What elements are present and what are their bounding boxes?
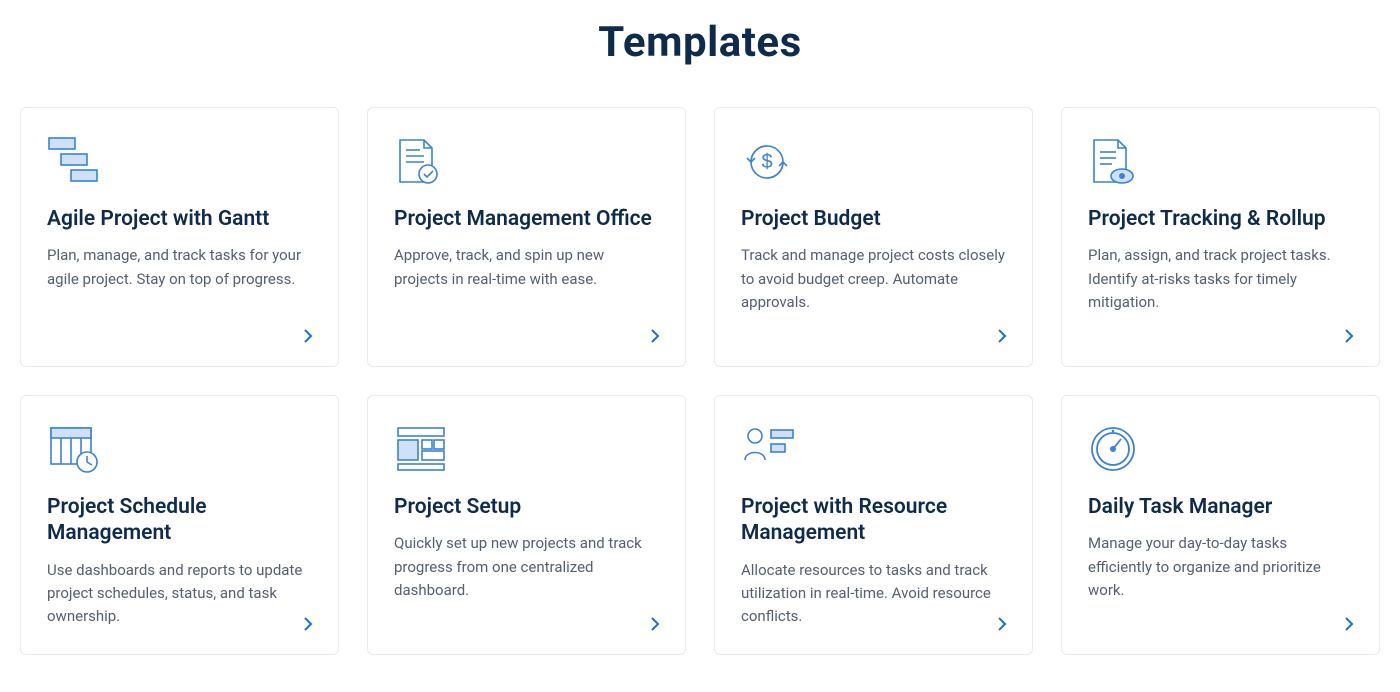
template-card-pmo[interactable]: Project Management Office Approve, track… [367,107,686,367]
template-desc: Allocate resources to tasks and track ut… [741,559,1006,635]
template-desc: Plan, assign, and track project tasks. I… [1088,244,1353,346]
template-card-agile-gantt[interactable]: Agile Project with Gantt Plan, manage, a… [20,107,339,367]
chevron-right-icon[interactable] [990,324,1014,348]
template-desc: Use dashboards and reports to update pro… [47,559,312,635]
template-title: Project Management Office [394,206,659,232]
template-title: Daily Task Manager [1088,494,1353,520]
template-title: Project with Resource Management [741,494,1006,547]
templates-grid: Agile Project with Gantt Plan, manage, a… [20,107,1380,655]
chevron-right-icon[interactable] [643,324,667,348]
template-desc: Track and manage project costs closely t… [741,244,1006,346]
setup-icon [394,424,659,474]
svg-text:$: $ [761,151,772,173]
chevron-right-icon[interactable] [1337,612,1361,636]
chevron-right-icon[interactable] [990,612,1014,636]
template-title: Project Setup [394,494,659,520]
template-title: Project Tracking & Rollup [1088,206,1353,232]
page-title: Templates [20,18,1380,67]
chevron-right-icon[interactable] [296,612,320,636]
chevron-right-icon[interactable] [296,324,320,348]
template-title: Agile Project with Gantt [47,206,312,232]
resource-icon [741,424,1006,474]
template-card-schedule[interactable]: Project Schedule Management Use dashboar… [20,395,339,655]
template-desc: Approve, track, and spin up new projects… [394,244,659,346]
template-desc: Quickly set up new projects and track pr… [394,532,659,634]
template-card-resource[interactable]: Project with Resource Management Allocat… [714,395,1033,655]
template-card-daily-task[interactable]: Daily Task Manager Manage your day-to-da… [1061,395,1380,655]
budget-icon: $ [741,136,1006,186]
template-title: Project Budget [741,206,1006,232]
schedule-icon [47,424,312,474]
chevron-right-icon[interactable] [643,612,667,636]
template-title: Project Schedule Management [47,494,312,547]
template-desc: Manage your day-to-day tasks efficiently… [1088,532,1353,634]
document-check-icon [394,136,659,186]
template-card-setup[interactable]: Project Setup Quickly set up new project… [367,395,686,655]
chevron-right-icon[interactable] [1337,324,1361,348]
gantt-icon [47,136,312,186]
gauge-icon [1088,424,1353,474]
template-desc: Plan, manage, and track tasks for your a… [47,244,312,346]
document-eye-icon [1088,136,1353,186]
template-card-tracking-rollup[interactable]: Project Tracking & Rollup Plan, assign, … [1061,107,1380,367]
template-card-budget[interactable]: $ Project Budget Track and manage projec… [714,107,1033,367]
